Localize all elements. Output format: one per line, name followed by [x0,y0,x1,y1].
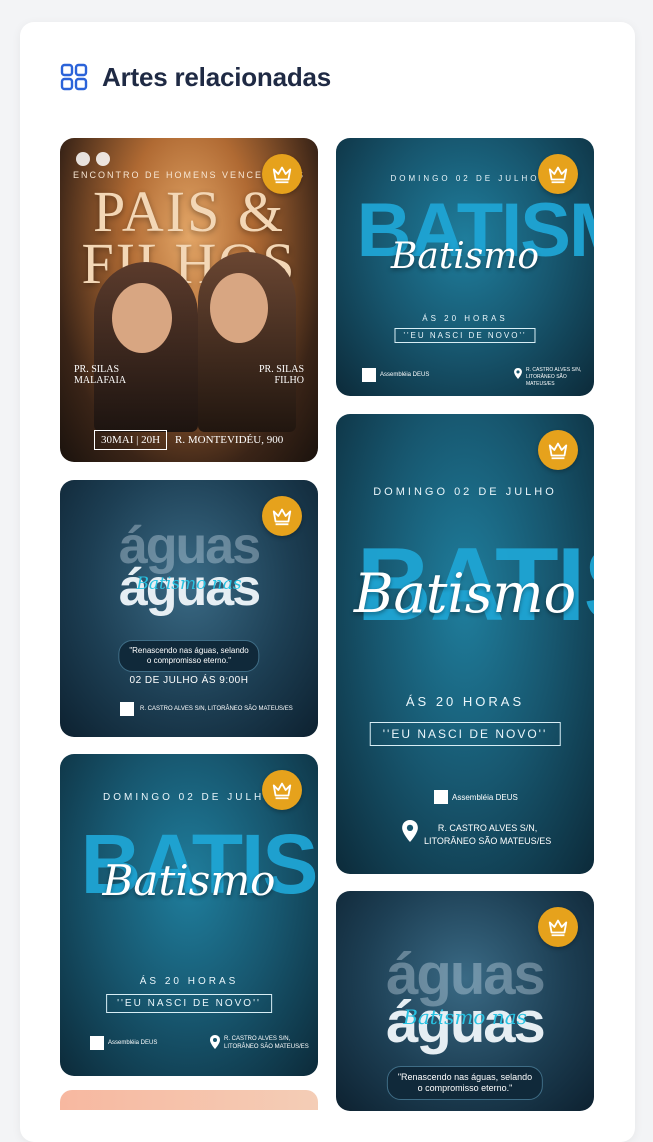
art-card-partial[interactable] [60,1090,318,1110]
crown-icon [272,166,292,184]
event-date: 02 DE JULHO ÁS 9:00H [129,675,249,686]
premium-badge [262,154,302,194]
grid-icon [60,63,88,91]
event-quote: ''EU NASCI DE NOVO'' [369,722,561,746]
premium-badge [262,770,302,810]
org-logo [120,702,134,716]
speaker-name: PR. SILAS FILHO [258,364,304,386]
art-card-batismo-nas-aguas[interactable]: águas águas Batismo nas "Renascendo nas … [60,480,318,737]
event-quote: "Renascendo nas águas, selando o compromi… [386,1066,544,1100]
premium-badge [538,430,578,470]
location-pin-icon [514,368,522,379]
art-card-pais-filhos[interactable]: ENCONTRO DE HOMENS VENCEDORES PAIS & FIL… [60,138,318,462]
event-address: R. CASTRO ALVES S/N, LITORÂNEO SÃO MATEUS… [224,1036,309,1050]
event-quote: "Renascendo nas águas, selando o compromi… [118,640,260,672]
script-title: Batismo [390,236,540,277]
speaker-face [112,283,172,353]
event-footer: R. CASTRO ALVES S/N, LITORÂNEO SÃO MATEU… [120,702,293,716]
location-pin-icon [402,820,418,842]
speaker-face [210,273,268,343]
event-hours: ÁS 20 HORAS [405,694,525,709]
org-logo: Assembléia DEUS [362,368,429,382]
crown-icon [272,508,292,526]
partner-logos [76,152,110,166]
event-quote: ''EU NASCI DE NOVO'' [394,328,536,343]
premium-badge [538,907,578,947]
event-date: DOMINGO 02 DE JULHO [373,486,557,498]
org-logo: Assembléia DEUS [434,790,518,804]
event-hours: ÁS 20 HORAS [139,976,239,987]
script-title: Batismo nas [136,574,242,594]
script-title: Batismo [353,562,577,625]
section-header: Artes relacionadas [60,58,331,96]
org-logo: Assembléia DEUS [90,1036,157,1050]
crown-icon [548,919,568,937]
event-date: 30MAI | 20H [94,430,168,450]
script-title: Batismo [102,856,276,905]
art-card-batismo[interactable]: DOMINGO 02 DE JULHO BATISMO Batismo ÁS 2… [336,414,594,874]
event-address: R. MONTEVIDÉU, 900 [175,434,284,446]
premium-badge [538,154,578,194]
crown-icon [272,782,292,800]
section-title: Artes relacionadas [102,61,332,92]
crown-icon [548,166,568,184]
script-title: Batismo nas [403,1005,527,1029]
premium-badge [262,496,302,536]
event-address: R. CASTRO ALVES S/N, LITORÂNEO SÃO MATEUS… [526,367,582,387]
event-date-row: 30MAI | 20H R. MONTEVIDÉU, 900 [94,430,283,450]
art-card-batismo[interactable]: DOMINGO 02 DE JULHO BATISMO Batismo ÁS 2… [336,138,594,396]
art-card-batismo[interactable]: DOMINGO 02 DE JULHO BATISMO Batismo ÁS 2… [60,754,318,1076]
event-quote: ''EU NASCI DE NOVO'' [106,994,272,1013]
event-address: R. CASTRO ALVES S/N, LITORÂNEO SÃO MATEUS… [424,823,552,846]
art-card-batismo-nas-aguas[interactable]: águas águas Batismo nas "Renascendo nas … [336,891,594,1111]
speaker-name: PR. SILAS MALAFAIA [74,364,127,386]
crown-icon [548,442,568,460]
event-hours: ÁS 20 HORAS [422,314,508,323]
location-pin-icon [210,1035,220,1049]
